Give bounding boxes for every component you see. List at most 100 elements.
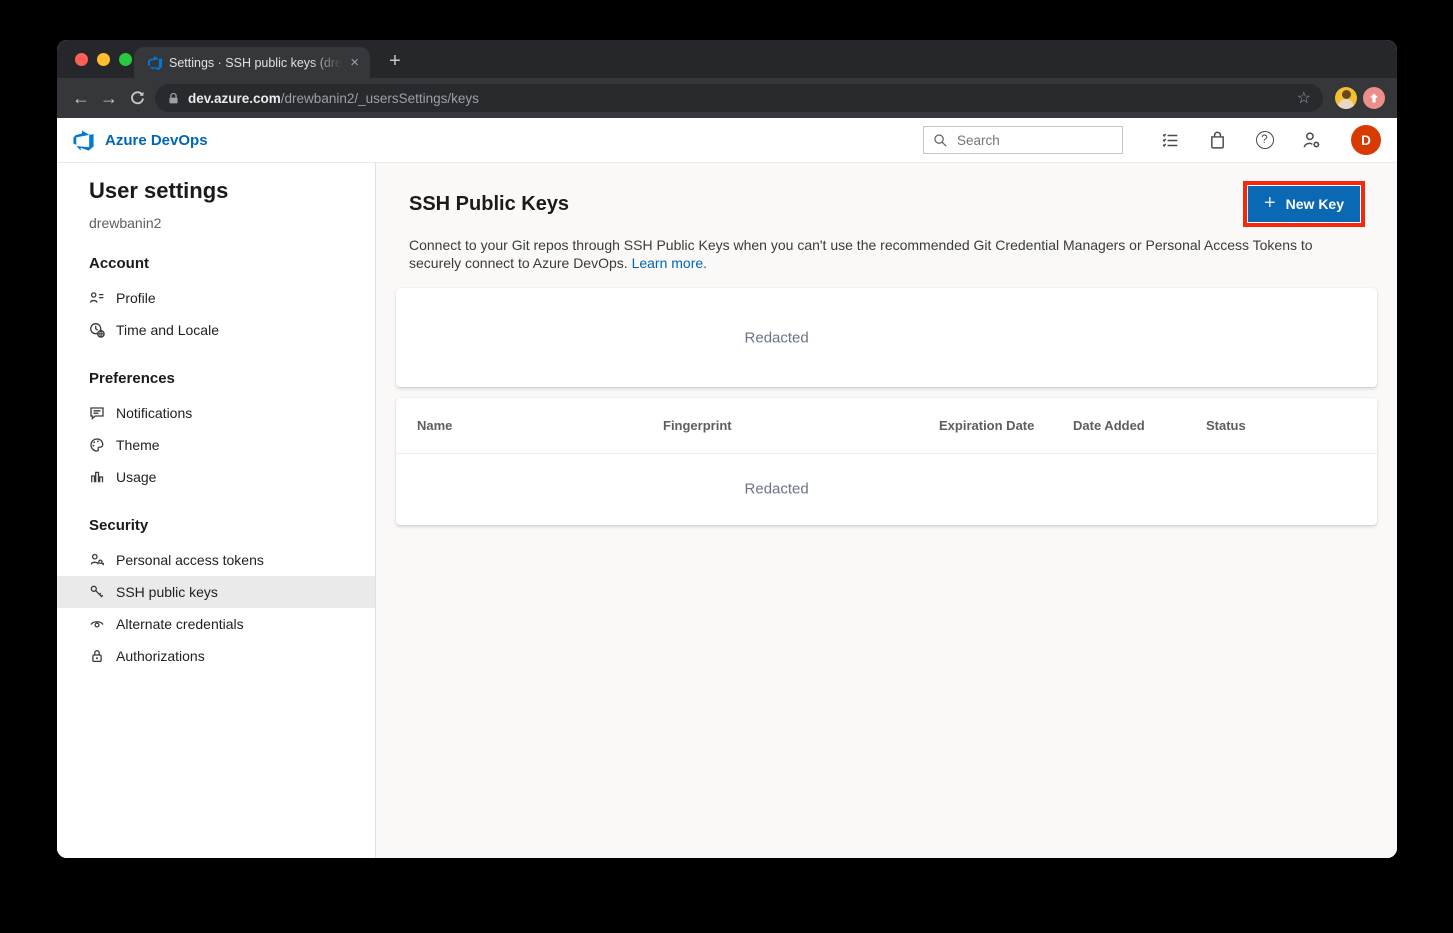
eye-icon bbox=[89, 616, 105, 632]
sidebar-item-authorizations[interactable]: Authorizations bbox=[57, 640, 375, 672]
azure-devops-brand[interactable]: Azure DevOps bbox=[72, 129, 208, 152]
sidebar-item-time-locale[interactable]: Time and Locale bbox=[57, 314, 375, 346]
person-gear-icon bbox=[1301, 130, 1322, 151]
sidebar-item-label: SSH public keys bbox=[116, 584, 218, 600]
help-icon: ? bbox=[1256, 131, 1274, 149]
plus-icon: + bbox=[1264, 192, 1276, 215]
page-title: SSH Public Keys bbox=[409, 193, 569, 216]
comment-icon bbox=[89, 405, 105, 421]
clock-globe-icon bbox=[89, 322, 105, 338]
browser-window: Settings · SSH public keys (dre × + ← → … bbox=[57, 40, 1397, 858]
padlock-icon bbox=[89, 648, 105, 664]
tab-strip: Settings · SSH public keys (dre × + bbox=[57, 40, 1397, 78]
ssh-info-card: Redacted bbox=[396, 288, 1377, 387]
maximize-window-button[interactable] bbox=[119, 53, 132, 66]
search-box[interactable] bbox=[923, 126, 1123, 154]
browser-profile-avatar[interactable] bbox=[1335, 87, 1357, 109]
sidebar-item-usage[interactable]: Usage bbox=[57, 461, 375, 493]
content-header: SSH Public Keys + New Key bbox=[396, 181, 1377, 227]
back-button[interactable]: ← bbox=[67, 84, 95, 112]
search-icon bbox=[933, 133, 948, 148]
browser-update-button[interactable] bbox=[1363, 87, 1385, 109]
new-tab-button[interactable]: + bbox=[382, 48, 408, 74]
url-domain: dev.azure.com bbox=[188, 91, 281, 106]
column-header-expiration-date: Expiration Date bbox=[939, 418, 1073, 433]
header-actions: ? D bbox=[923, 125, 1381, 155]
brand-name: Azure DevOps bbox=[105, 132, 208, 149]
address-bar[interactable]: dev.azure.com/drewbanin2/_usersSettings/… bbox=[155, 84, 1323, 112]
url-text: dev.azure.com/drewbanin2/_usersSettings/… bbox=[188, 91, 1289, 106]
avatar-figure-torso bbox=[1338, 99, 1354, 109]
user-settings-button[interactable] bbox=[1301, 130, 1322, 151]
sidebar-item-ssh-public-keys[interactable]: SSH public keys bbox=[57, 576, 375, 608]
help-button[interactable]: ? bbox=[1254, 130, 1275, 151]
sidebar-item-label: Notifications bbox=[116, 405, 192, 421]
section-preferences: Preferences bbox=[57, 346, 375, 397]
person-key-icon bbox=[89, 552, 105, 568]
sidebar-item-alternate-credentials[interactable]: Alternate credentials bbox=[57, 608, 375, 640]
column-header-fingerprint: Fingerprint bbox=[663, 418, 939, 433]
new-key-button-label: New Key bbox=[1286, 196, 1344, 212]
app-body: User settings drewbanin2 Account Profile bbox=[57, 163, 1397, 858]
azure-header: Azure DevOps bbox=[57, 118, 1397, 163]
azure-devops-favicon bbox=[147, 55, 163, 71]
sidebar-item-label: Theme bbox=[116, 437, 160, 453]
redacted-text: Redacted bbox=[745, 329, 809, 346]
tab-title: Settings · SSH public keys (dre bbox=[169, 56, 342, 70]
sidebar-title: User settings bbox=[57, 178, 375, 204]
palette-icon bbox=[89, 437, 105, 453]
arrow-up-icon bbox=[1368, 92, 1380, 104]
reload-icon bbox=[129, 90, 146, 107]
column-header-date-added: Date Added bbox=[1073, 418, 1206, 433]
redacted-text: Redacted bbox=[745, 481, 809, 498]
bookmark-star-icon[interactable]: ☆ bbox=[1297, 88, 1311, 108]
browser-tab[interactable]: Settings · SSH public keys (dre × bbox=[134, 47, 370, 78]
azure-devops-logo bbox=[72, 129, 95, 152]
close-window-button[interactable] bbox=[75, 53, 88, 66]
sidebar-item-label: Authorizations bbox=[116, 648, 205, 664]
tab-close-icon[interactable]: × bbox=[348, 53, 361, 72]
section-account: Account bbox=[57, 231, 375, 282]
bar-chart-icon bbox=[89, 469, 105, 485]
learn-more-link[interactable]: Learn more. bbox=[632, 255, 707, 271]
sidebar-item-personal-access-tokens[interactable]: Personal access tokens bbox=[57, 544, 375, 576]
shopping-bag-icon bbox=[1207, 130, 1228, 151]
window-controls bbox=[75, 53, 132, 66]
avatar-figure bbox=[1342, 90, 1351, 99]
search-input[interactable] bbox=[955, 132, 1113, 149]
reload-button[interactable] bbox=[123, 84, 151, 112]
sidebar-item-label: Usage bbox=[116, 469, 156, 485]
minimize-window-button[interactable] bbox=[97, 53, 110, 66]
new-key-button[interactable]: + New Key bbox=[1248, 186, 1360, 222]
sidebar-item-theme[interactable]: Theme bbox=[57, 429, 375, 461]
main-content: SSH Public Keys + New Key Connect to you… bbox=[376, 163, 1397, 858]
column-header-name: Name bbox=[417, 418, 663, 433]
azure-devops-page: Azure DevOps bbox=[57, 118, 1397, 858]
annotation-highlight-box: + New Key bbox=[1243, 181, 1365, 227]
ssh-keys-table: Name Fingerprint Expiration Date Date Ad… bbox=[396, 398, 1377, 525]
description-text: Connect to your Git repos through SSH Pu… bbox=[409, 237, 1313, 271]
column-header-status: Status bbox=[1206, 418, 1377, 433]
sidebar-item-label: Time and Locale bbox=[116, 322, 219, 338]
url-path: /drewbanin2/_usersSettings/keys bbox=[281, 91, 479, 106]
sidebar-item-label: Alternate credentials bbox=[116, 616, 244, 632]
marketplace-button[interactable] bbox=[1207, 130, 1228, 151]
account-avatar[interactable]: D bbox=[1351, 125, 1381, 155]
table-header-row: Name Fingerprint Expiration Date Date Ad… bbox=[396, 398, 1377, 454]
key-icon bbox=[89, 584, 105, 600]
sidebar-username: drewbanin2 bbox=[57, 204, 375, 231]
settings-sidebar: User settings drewbanin2 Account Profile bbox=[57, 163, 376, 858]
lock-icon bbox=[167, 92, 180, 105]
forward-button[interactable]: → bbox=[95, 84, 123, 112]
sidebar-item-profile[interactable]: Profile bbox=[57, 282, 375, 314]
section-security: Security bbox=[57, 493, 375, 544]
table-row: Redacted bbox=[396, 454, 1377, 524]
sidebar-item-label: Personal access tokens bbox=[116, 552, 264, 568]
sidebar-item-notifications[interactable]: Notifications bbox=[57, 397, 375, 429]
browser-toolbar: ← → dev.azure.com/drewbanin2/_usersSetti… bbox=[57, 78, 1397, 118]
task-list-icon bbox=[1160, 130, 1181, 151]
work-items-button[interactable] bbox=[1160, 130, 1181, 151]
page-description: Connect to your Git repos through SSH Pu… bbox=[409, 237, 1349, 272]
contact-card-icon bbox=[89, 290, 105, 306]
sidebar-item-label: Profile bbox=[116, 290, 156, 306]
